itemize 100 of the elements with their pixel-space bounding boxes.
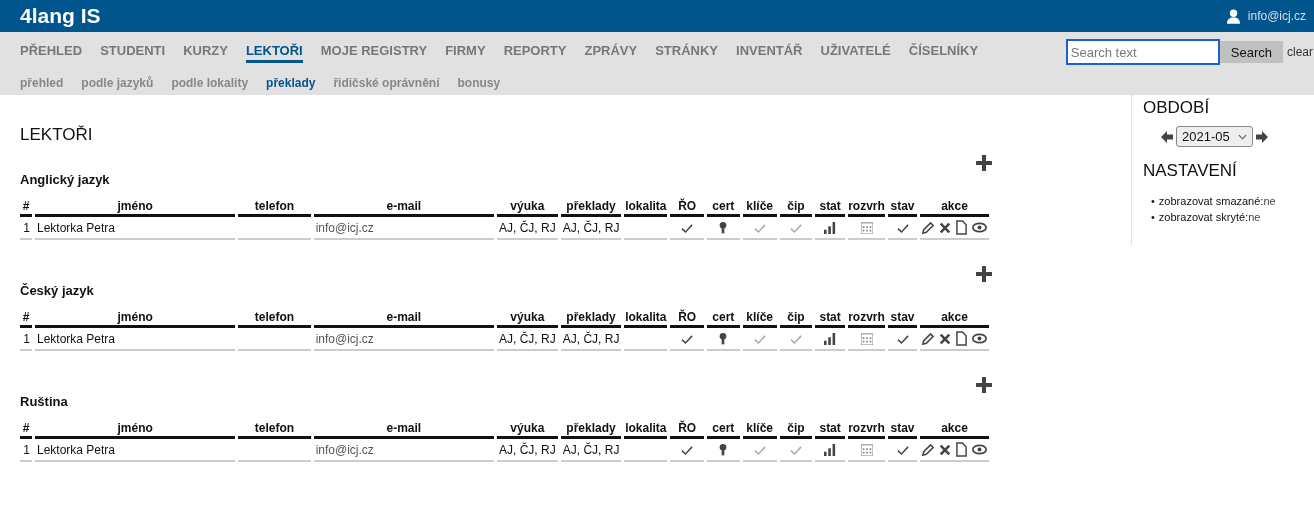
name-cell: Lektorka Petra bbox=[36, 442, 115, 457]
nav-tab[interactable]: ČÍSELNÍKY bbox=[908, 43, 979, 63]
calendar-icon[interactable] bbox=[860, 444, 873, 457]
edit-icon[interactable] bbox=[922, 443, 934, 456]
subnav-tab[interactable]: bonusy bbox=[457, 76, 501, 90]
column-header: lokalita bbox=[624, 418, 668, 439]
column-header: klíče bbox=[742, 196, 777, 217]
column-header: telefon bbox=[238, 307, 311, 328]
bullet: • bbox=[1151, 195, 1155, 207]
email-cell: info@icj.cz bbox=[315, 220, 374, 235]
teaching-cell: AJ, ČJ, RJ bbox=[499, 220, 556, 235]
column-header: výuka bbox=[497, 418, 558, 439]
column-header: ŘO bbox=[670, 307, 704, 328]
column-header: cert bbox=[707, 418, 740, 439]
period-select[interactable]: 2021-05 bbox=[1176, 126, 1253, 147]
sidebar-heading: OBDOBÍ bbox=[1143, 98, 1211, 118]
name-cell: Lektorka Petra bbox=[36, 331, 115, 346]
document-icon[interactable] bbox=[956, 331, 967, 346]
nav-tab[interactable]: ZPRÁVY bbox=[584, 43, 638, 63]
subnav-tab[interactable]: přehled bbox=[20, 76, 64, 90]
email-cell: info@icj.cz bbox=[315, 442, 374, 457]
column-header: ŘO bbox=[670, 196, 704, 217]
column-header: čip bbox=[779, 196, 813, 217]
translation-cell: AJ, ČJ, RJ bbox=[562, 442, 620, 457]
nav-tab[interactable]: REPORTY bbox=[503, 43, 567, 63]
section-title: Anglický jazyk bbox=[20, 172, 110, 187]
bar-chart-icon[interactable] bbox=[824, 444, 837, 457]
user-icon bbox=[1226, 8, 1240, 24]
column-header: lokalita bbox=[624, 196, 668, 217]
column-header: cert bbox=[707, 196, 740, 217]
clear-link[interactable]: clear bbox=[1287, 45, 1313, 59]
row-number: 1 bbox=[23, 331, 30, 346]
column-header: stat bbox=[815, 307, 846, 328]
email-cell: info@icj.cz bbox=[315, 331, 374, 346]
user-email[interactable]: info@icj.cz bbox=[1247, 9, 1306, 23]
setting-label: zobrazovat skryté: bbox=[1158, 211, 1249, 223]
search-button[interactable]: Search bbox=[1219, 41, 1283, 63]
nav-tab[interactable]: FIRMY bbox=[445, 43, 486, 63]
edit-icon[interactable] bbox=[922, 332, 934, 345]
view-icon[interactable] bbox=[972, 333, 987, 344]
column-header: stat bbox=[815, 196, 846, 217]
column-header: překlady bbox=[560, 418, 622, 439]
document-icon[interactable] bbox=[956, 442, 967, 457]
calendar-icon[interactable] bbox=[860, 333, 873, 346]
bullet: • bbox=[1151, 211, 1155, 223]
column-header: telefon bbox=[238, 196, 311, 217]
column-header: # bbox=[20, 418, 32, 439]
nav-tab[interactable]: KURZY bbox=[183, 43, 228, 63]
column-header: e-mail bbox=[313, 307, 495, 328]
add-icon[interactable] bbox=[976, 266, 992, 282]
page-title: LEKTOŘI bbox=[20, 125, 94, 145]
translation-cell: AJ, ČJ, RJ bbox=[562, 331, 620, 346]
column-header: akce bbox=[920, 196, 989, 217]
column-header: # bbox=[20, 307, 32, 328]
delete-icon[interactable] bbox=[939, 332, 951, 345]
subnav-tab[interactable]: překlady bbox=[266, 76, 316, 90]
column-header: čip bbox=[779, 418, 813, 439]
add-icon[interactable] bbox=[976, 377, 992, 393]
column-header: výuka bbox=[497, 196, 558, 217]
chevron-down-icon bbox=[1237, 133, 1247, 140]
section-title: Český jazyk bbox=[20, 283, 94, 298]
nav-tab[interactable]: LEKTOŘI bbox=[245, 43, 303, 63]
nav-tab[interactable]: STUDENTI bbox=[100, 43, 166, 63]
translation-cell: AJ, ČJ, RJ bbox=[562, 220, 620, 235]
subnav-tab[interactable]: podle jazyků bbox=[81, 76, 154, 90]
nav-tab[interactable]: PŘEHLED bbox=[20, 43, 83, 63]
bar-chart-icon[interactable] bbox=[824, 222, 837, 235]
column-header: čip bbox=[779, 307, 813, 328]
view-icon[interactable] bbox=[972, 222, 987, 233]
setting-value-link[interactable]: ne bbox=[1263, 195, 1276, 207]
column-header: jméno bbox=[34, 196, 236, 217]
nav-tab[interactable]: MOJE REGISTRY bbox=[320, 43, 428, 63]
arrow-left-icon[interactable] bbox=[1161, 130, 1173, 143]
subnav-tab[interactable]: řidičské oprávnění bbox=[333, 76, 440, 90]
nav-tab[interactable]: UŽIVATELÉ bbox=[820, 43, 891, 63]
delete-icon[interactable] bbox=[939, 443, 951, 456]
column-header: stat bbox=[815, 418, 846, 439]
nav-tab[interactable]: INVENTÁŘ bbox=[736, 43, 803, 63]
delete-icon[interactable] bbox=[939, 221, 951, 234]
setting-value-link[interactable]: ne bbox=[1248, 211, 1261, 223]
teaching-cell: AJ, ČJ, RJ bbox=[499, 331, 556, 346]
subnav-tab[interactable]: podle lokality bbox=[171, 76, 249, 90]
document-icon[interactable] bbox=[956, 220, 967, 235]
column-header: rozvrh bbox=[848, 307, 885, 328]
view-icon[interactable] bbox=[972, 444, 987, 455]
setting-label: zobrazovat smazané: bbox=[1158, 195, 1264, 207]
column-header: e-mail bbox=[313, 196, 495, 217]
column-header: # bbox=[20, 196, 32, 217]
calendar-icon[interactable] bbox=[860, 222, 873, 235]
nav-tab[interactable]: STRÁNKY bbox=[655, 43, 719, 63]
add-icon[interactable] bbox=[976, 155, 992, 171]
column-header: stav bbox=[888, 418, 917, 439]
section-title: Ruština bbox=[20, 394, 68, 409]
edit-icon[interactable] bbox=[922, 221, 934, 234]
column-header: překlady bbox=[560, 307, 622, 328]
column-header: telefon bbox=[238, 418, 311, 439]
arrow-right-icon[interactable] bbox=[1255, 130, 1268, 143]
column-header: cert bbox=[707, 307, 740, 328]
search-field[interactable]: Search text bbox=[1065, 39, 1220, 65]
bar-chart-icon[interactable] bbox=[824, 333, 837, 346]
